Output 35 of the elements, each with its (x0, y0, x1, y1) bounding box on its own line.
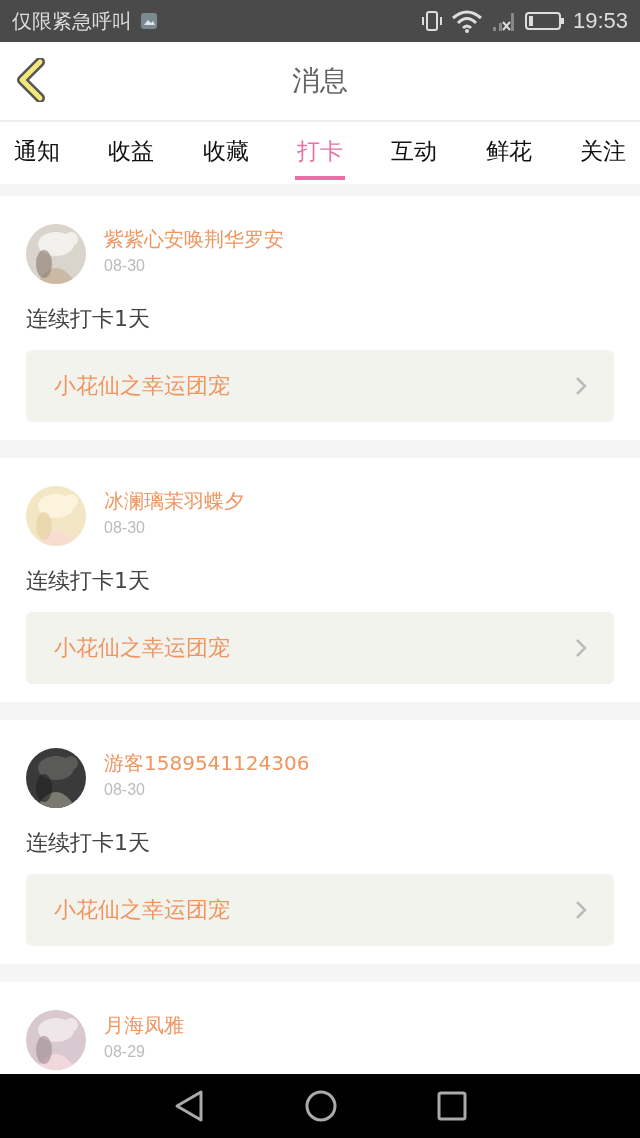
clock-text: 19:53 (572, 8, 628, 34)
tab[interactable]: 互动 (389, 126, 440, 180)
chevron-right-icon (574, 899, 588, 921)
battery-icon (524, 11, 565, 31)
back-nav-button[interactable] (173, 1089, 205, 1123)
wifi-icon (450, 9, 483, 33)
vibrate-icon (420, 10, 443, 32)
tab[interactable]: 通知 (12, 126, 62, 180)
recents-nav-button[interactable] (437, 1091, 467, 1121)
chevron-right-icon (574, 375, 588, 397)
topic-title: 小花仙之幸运团宠 (54, 372, 230, 400)
date-text: 08-29 (104, 1043, 146, 1061)
topic-title: 小花仙之幸运团宠 (54, 634, 230, 662)
signal-icon (490, 10, 517, 32)
message-text: 连续打卡1天 (26, 829, 151, 857)
image-icon (140, 12, 158, 30)
date-text: 08-30 (104, 519, 146, 537)
date-text: 08-30 (104, 257, 146, 275)
tab[interactable]: 收益 (106, 126, 157, 180)
back-button[interactable] (14, 58, 46, 102)
home-nav-button[interactable] (305, 1090, 337, 1122)
square-recents-icon (437, 1091, 467, 1121)
chevron-right-icon (574, 637, 588, 659)
date-text: 08-30 (104, 781, 146, 799)
triangle-back-icon (173, 1089, 205, 1123)
topic-title: 小花仙之幸运团宠 (54, 896, 230, 924)
message-text: 连续打卡1天 (26, 567, 151, 595)
carrier-text: 仅限紧急呼叫 (12, 7, 132, 35)
tab[interactable]: 鲜花 (483, 126, 534, 180)
tab[interactable]: 关注 (577, 126, 628, 180)
circle-home-icon (305, 1090, 337, 1122)
back-chevron-icon (14, 58, 46, 102)
message-text: 连续打卡1天 (26, 305, 151, 333)
page-title: 消息 (292, 63, 348, 99)
tab[interactable]: 收藏 (200, 126, 251, 180)
